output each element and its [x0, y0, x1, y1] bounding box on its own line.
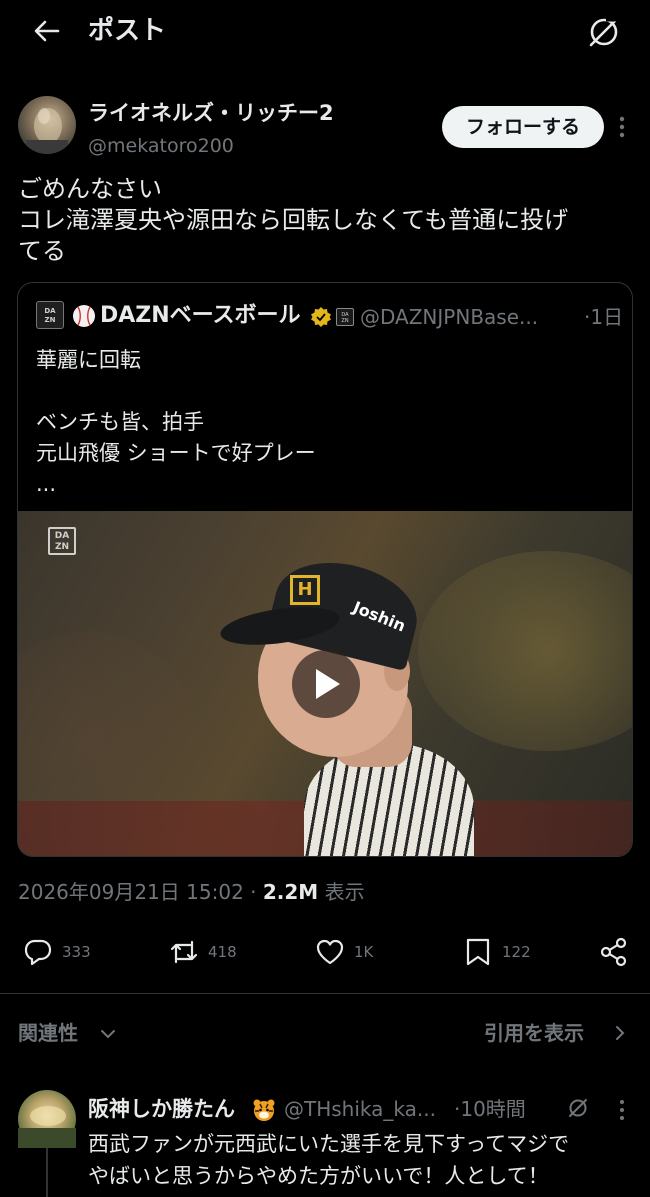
cap-logo: H: [290, 575, 320, 605]
quoted-author-handle: @DAZNJPNBase...: [360, 305, 539, 329]
bookmark-icon: [466, 938, 490, 966]
reply-text-line: やばいと思うからやめた方がいいで！人として！: [88, 1164, 549, 1188]
post-text-line: てる: [18, 237, 66, 265]
play-button[interactable]: [292, 650, 360, 718]
repost-button[interactable]: 418: [168, 936, 248, 968]
repost-count: 418: [208, 943, 237, 961]
share-button[interactable]: [598, 936, 630, 968]
section-divider: [0, 993, 650, 994]
video-background: [418, 551, 632, 751]
quoted-author-name[interactable]: DAZNベースボール: [100, 300, 301, 332]
reply-button[interactable]: 333: [22, 936, 102, 968]
reply-author-name[interactable]: 阪神しか勝たん: [88, 1094, 235, 1124]
repost-icon: [170, 940, 198, 964]
reply-author-handle: @THshika_ka...: [284, 1097, 436, 1121]
like-button[interactable]: 1K: [314, 936, 384, 968]
more-options-icon[interactable]: [612, 114, 632, 140]
chevron-down-icon[interactable]: [100, 1026, 116, 1040]
bookmark-button[interactable]: 122: [462, 936, 542, 968]
comment-icon: [24, 939, 52, 966]
grok-icon[interactable]: [566, 1096, 590, 1120]
post-timestamp: 2026年09月21日 15:02: [18, 880, 244, 904]
author-name[interactable]: ライオネルズ・リッチー2: [88, 98, 334, 128]
quoted-text: 華麗に回転 ベンチも皆、拍手 元山飛優 ショートで好プレー ...: [36, 345, 616, 500]
video-player[interactable]: H Joshin DA ZN: [18, 511, 632, 856]
quoted-text-line: 元山飛優 ショートで好プレー: [36, 441, 316, 465]
page-title: ポスト: [88, 16, 167, 46]
quoted-post-card[interactable]: DA ZN DAZNベースボール DA ZN @DAZNJPNBase... ·1日…: [17, 282, 633, 857]
quoted-text-line: ベンチも皆、拍手: [36, 410, 204, 434]
sort-relevance-dropdown[interactable]: 関連性: [18, 1018, 78, 1048]
author-avatar[interactable]: [18, 96, 76, 154]
tiger-emoji-icon: [252, 1098, 276, 1122]
baseball-emoji-icon: [72, 304, 96, 328]
post-meta: 2026年09月21日 15:02 · 2.2M 表示: [18, 876, 365, 908]
heart-icon: [316, 939, 344, 965]
quoted-text-line: ...: [36, 472, 57, 496]
follow-button[interactable]: フォローする: [442, 106, 604, 148]
back-arrow-icon[interactable]: [30, 14, 64, 48]
grok-icon[interactable]: [584, 12, 624, 52]
author-handle[interactable]: @mekatoro200: [88, 132, 234, 160]
meta-separator: ·: [250, 880, 263, 904]
chevron-right-icon[interactable]: [614, 1024, 626, 1042]
reply-text: 西武ファンが元西武にいた選手を見下すってマジで やばいと思うからやめた方がいいで…: [88, 1128, 628, 1192]
reply-text-line: 西武ファンが元西武にいた選手を見下すってマジで: [88, 1132, 570, 1156]
like-count: 1K: [354, 943, 374, 961]
thread-line: [46, 1148, 48, 1197]
view-quotes-link[interactable]: 引用を表示: [484, 1018, 584, 1048]
svg-text:DA: DA: [44, 307, 56, 315]
bookmark-count: 122: [502, 943, 531, 961]
verified-badge-icon: [310, 306, 332, 328]
svg-text:ZN: ZN: [341, 318, 348, 324]
action-bar: 333 418 1K 122: [0, 926, 650, 978]
share-icon: [600, 937, 627, 967]
quoted-text-gap: [36, 376, 616, 407]
quoted-timestamp: ·1日: [584, 305, 624, 329]
affiliate-badge-icon: DA ZN: [336, 308, 354, 326]
post-text: ごめんなさい コレ滝澤夏央や源田なら回転しなくても普通に投げ てる: [18, 174, 634, 267]
dazn-watermark-logo: DA ZN: [48, 527, 76, 555]
post-text-line: ごめんなさい: [18, 175, 162, 203]
views-count[interactable]: 2.2M: [263, 880, 318, 904]
reply-author-avatar[interactable]: [18, 1090, 76, 1148]
quoted-avatar[interactable]: DA ZN: [36, 301, 64, 329]
more-options-icon[interactable]: [612, 1098, 632, 1122]
top-bar: ポスト: [0, 0, 650, 70]
quoted-text-line: 華麗に回転: [36, 348, 141, 372]
views-label: 表示: [324, 880, 365, 904]
reply-timestamp: ·10時間: [454, 1097, 526, 1121]
post-text-line: コレ滝澤夏央や源田なら回転しなくても普通に投げ: [18, 206, 569, 234]
reply-count: 333: [62, 943, 91, 961]
svg-text:ZN: ZN: [45, 316, 56, 324]
play-icon: [316, 669, 340, 699]
